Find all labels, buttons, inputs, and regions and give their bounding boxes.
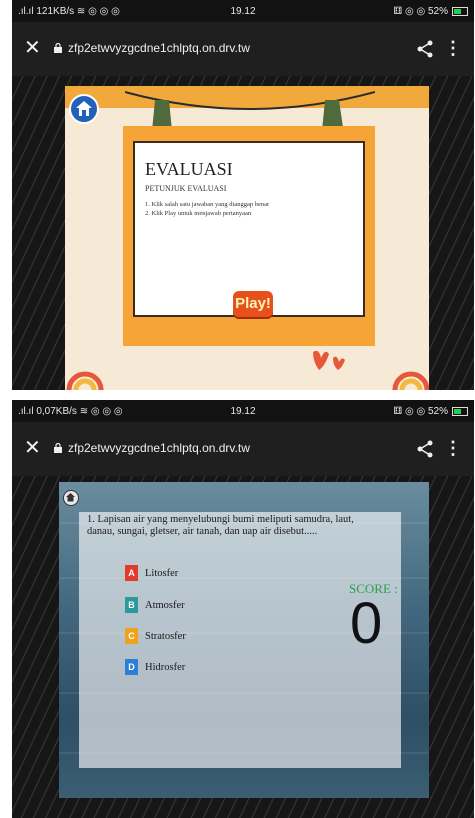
page-title: EVALUASI [145, 159, 233, 179]
option-a-label: Litosfer [145, 567, 179, 579]
quiz-game: 1. Lapisan air yang menyelubungi bumi me… [59, 482, 429, 798]
lock-icon [54, 43, 62, 53]
more-vert-icon[interactable]: ⋮ [444, 38, 462, 59]
decorative-rainbow-right [392, 371, 429, 390]
status-bar: .ıl.ıl 0,07KB/s ≋ ◎ ◎ ◎ 19.12 ⚅ ◎ ◎ 52% [12, 400, 474, 422]
status-right: ⚅ ◎ ◎ 52% [393, 5, 468, 17]
home-icon [66, 493, 75, 502]
status-right-text: ⚅ ◎ ◎ 52% [393, 5, 449, 17]
instruction-list: 1. Klik salah satu jawaban yang dianggap… [145, 200, 269, 218]
status-right: ⚅ ◎ ◎ 52% [393, 405, 468, 417]
decorative-hearts [313, 350, 345, 370]
lock-icon [54, 443, 62, 453]
evaluasi-game: EVALUASI PETUNJUK EVALUASI 1. Klik salah… [65, 86, 429, 390]
status-right-text: ⚅ ◎ ◎ 52% [393, 405, 449, 417]
page-content: 1. Lapisan air yang menyelubungi bumi me… [12, 476, 474, 818]
question-text: 1. Lapisan air yang menyelubungi bumi me… [87, 514, 354, 537]
instruction-heading: PETUNJUK EVALUASI [145, 184, 227, 193]
option-c-label: Stratosfer [145, 630, 186, 642]
option-b-label: Atmosfer [145, 599, 185, 611]
option-a-badge: A [125, 565, 138, 581]
home-button[interactable] [69, 94, 99, 124]
instruction-item: 1. Klik salah satu jawaban yang dianggap… [145, 201, 270, 208]
browser-url-bar: ✕ zfp2etwvyzgcdne1chlptq.on.drv.tw ⋮ [12, 422, 474, 476]
battery-icon [452, 406, 468, 416]
status-bar: .ıl.ıl 121KB/s ≋ ◎ ◎ ◎ 19.12 ⚅ ◎ ◎ 52% [12, 0, 474, 22]
option-d[interactable]: D Hidrosfer [125, 659, 185, 675]
instruction-item: 2. Klik Play untuk menjawab pertanyaan [145, 210, 252, 217]
close-icon[interactable]: ✕ [24, 437, 41, 459]
play-button[interactable]: Play! [233, 291, 273, 317]
option-d-badge: D [125, 659, 138, 675]
option-d-label: Hidrosfer [145, 661, 186, 673]
share-icon[interactable] [416, 439, 434, 459]
browser-url-bar: ✕ zfp2etwvyzgcdne1chlptq.on.drv.tw ⋮ [12, 22, 474, 76]
home-button[interactable] [63, 490, 79, 506]
score-value: 0 [350, 591, 383, 656]
screenshot-quiz: .ıl.ıl 0,07KB/s ≋ ◎ ◎ ◎ 19.12 ⚅ ◎ ◎ 52% … [12, 400, 474, 818]
option-a[interactable]: A Litosfer [125, 565, 178, 581]
share-icon[interactable] [416, 39, 434, 59]
option-c[interactable]: C Stratosfer [125, 628, 186, 644]
option-c-badge: C [125, 628, 138, 644]
screenshot-evaluasi: .ıl.ıl 121KB/s ≋ ◎ ◎ ◎ 19.12 ⚅ ◎ ◎ 52% ✕… [12, 0, 474, 390]
more-vert-icon[interactable]: ⋮ [444, 438, 462, 459]
home-icon [76, 101, 92, 116]
close-icon[interactable]: ✕ [24, 37, 41, 59]
url-text[interactable]: zfp2etwvyzgcdne1chlptq.on.drv.tw [68, 41, 250, 55]
page-content: EVALUASI PETUNJUK EVALUASI 1. Klik salah… [12, 76, 474, 390]
url-text[interactable]: zfp2etwvyzgcdne1chlptq.on.drv.tw [68, 441, 250, 455]
decorative-rainbow-left [66, 371, 104, 390]
battery-icon [452, 6, 468, 16]
option-b[interactable]: B Atmosfer [125, 597, 185, 613]
option-b-badge: B [125, 597, 138, 613]
